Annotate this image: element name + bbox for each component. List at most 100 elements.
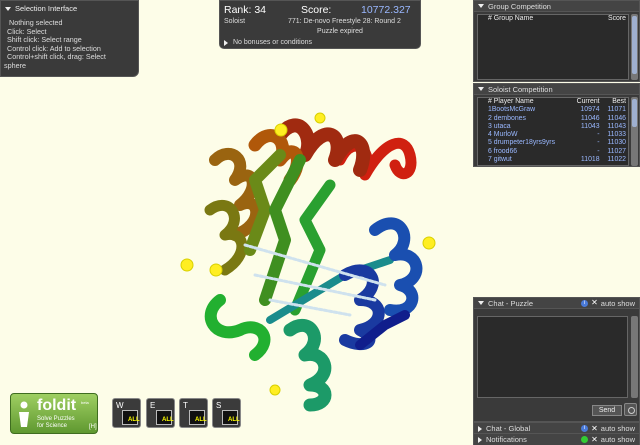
shake-all-button[interactable]: E ALL [146, 398, 175, 428]
close-icon[interactable]: ✕ [591, 424, 598, 433]
logo-tagline-line: Solve Puzzles [37, 416, 75, 422]
player-best: 11033 [607, 131, 626, 139]
logo-tagline-line: for Science [37, 422, 68, 429]
tool-hotkey-letter: T [183, 401, 188, 410]
soloist-scrollbar[interactable] [631, 97, 638, 166]
selection-interface-header[interactable]: Selection Interface [1, 1, 138, 16]
exposed-hydrophobic-marker[interactable] [314, 112, 326, 124]
foldit-logo[interactable]: foldit beta Solve Puzzles for Science [H… [10, 393, 98, 434]
player-best: 11027 [607, 147, 626, 155]
logo-tagline: Solve Puzzles for Science [37, 416, 75, 429]
notifications-header[interactable]: Notifications ✕ auto show [474, 434, 639, 445]
soloist-competition-panel: Soloist Competition # Player Name Curren… [473, 83, 640, 167]
selection-instructions: Nothing selected Click: Select Shift cli… [1, 16, 138, 71]
column-header-group-name[interactable]: # Group Name [478, 15, 586, 23]
score-value: 10772.327 [361, 4, 411, 16]
expand-triangle-icon[interactable] [478, 436, 482, 443]
rank-label: Rank: 34 [224, 4, 267, 16]
collapse-triangle-icon[interactable] [478, 87, 484, 91]
info-icon[interactable]: i [581, 299, 589, 307]
soloist-scrollbar-thumb[interactable] [632, 99, 637, 127]
collapse-triangle-icon[interactable] [478, 301, 484, 305]
table-row[interactable]: 1BootsMcGraw 10974 11071 [478, 106, 628, 114]
clock-icon[interactable] [624, 403, 637, 416]
table-row[interactable]: 5 drumpeter18yrs9yrs - 11030 [478, 139, 628, 147]
tool-hotkey-letter: S [216, 401, 222, 410]
close-icon[interactable]: ✕ [591, 299, 598, 307]
player-current: 11018 [580, 156, 600, 164]
instruction-line: sphere [4, 60, 26, 70]
score-panel: Rank: 34 Score: 10772.327 Soloist 771: D… [219, 0, 421, 49]
group-scrollbar[interactable] [631, 14, 638, 80]
chat-puzzle-title: Chat - Puzzle [488, 298, 534, 308]
player-current: 11046 [580, 114, 600, 122]
player-current: - [597, 131, 600, 139]
tool-hotkey-letter: E [150, 401, 156, 410]
tweak-all-button[interactable]: T ALL [179, 398, 208, 428]
notifications-panel: Notifications ✕ auto show [473, 433, 640, 445]
table-row[interactable]: 4 MurloW - 11033 [478, 131, 628, 139]
send-button[interactable]: Send [592, 405, 622, 416]
player-best: 11043 [607, 122, 626, 130]
soloist-competition-title: Soloist Competition [488, 84, 553, 94]
chat-scrollbar[interactable] [631, 316, 638, 398]
sidechain-all-button[interactable]: S ALL [212, 398, 241, 428]
protein-helix-olive[interactable] [204, 199, 248, 276]
logo-beta-tag: beta [81, 400, 89, 405]
player-name: 1BootsMcGraw [488, 106, 536, 114]
table-row[interactable]: 2 dembones 11046 11046 [478, 115, 628, 123]
chat-message-area[interactable] [477, 316, 628, 398]
exposed-hydrophobic-marker[interactable] [269, 384, 281, 396]
auto-show-label[interactable]: auto show [601, 424, 635, 433]
logo-badge: [H] [89, 424, 97, 430]
score-label: Score: [301, 4, 332, 16]
selection-interface-panel: Selection Interface Nothing selected Cli… [0, 0, 139, 77]
exposed-hydrophobic-marker[interactable] [180, 258, 194, 272]
column-header-best[interactable]: Best [602, 98, 628, 106]
soloist-competition-header[interactable]: Soloist Competition [474, 84, 639, 95]
exposed-hydrophobic-marker[interactable] [274, 123, 288, 137]
puzzle-name: 771: De-novo Freestyle 28: Round 2 [288, 18, 401, 25]
tool-all-label: ALL [162, 417, 174, 423]
group-competition-title: Group Competition [488, 1, 551, 11]
group-scrollbar-thumb[interactable] [632, 16, 637, 74]
tool-hotkey-letter: W [116, 401, 124, 410]
puzzle-status: Puzzle expired [317, 28, 363, 35]
player-name: 2 dembones [488, 114, 526, 122]
collapse-triangle-icon[interactable] [5, 6, 11, 11]
exposed-hydrophobic-marker[interactable] [422, 236, 436, 250]
tool-all-label: ALL [228, 417, 240, 423]
protein-3d-view[interactable] [160, 100, 460, 420]
protein-helix-teal[interactable] [283, 318, 332, 412]
expand-triangle-icon[interactable] [478, 425, 482, 432]
table-row[interactable]: 6 frood66 - 11027 [478, 148, 628, 156]
auto-show-label[interactable]: auto show [601, 435, 635, 444]
column-header-current[interactable]: Current [570, 98, 601, 106]
exposed-hydrophobic-marker[interactable] [209, 263, 223, 277]
logo-wordmark: foldit [37, 397, 77, 414]
bonuses-label: No bonuses or conditions [233, 39, 312, 46]
notifications-title: Notifications [486, 435, 527, 444]
auto-show-label[interactable]: auto show [601, 299, 635, 308]
info-icon[interactable]: i [581, 425, 589, 432]
close-icon[interactable]: ✕ [591, 435, 598, 444]
expand-triangle-icon[interactable] [224, 39, 228, 46]
table-row[interactable]: 7 gitwut 11018 11022 [478, 156, 628, 164]
wiggle-all-button[interactable]: W ALL [112, 398, 141, 428]
column-header-score[interactable]: Score [586, 15, 628, 23]
tool-all-label: ALL [195, 417, 207, 423]
group-competition-header[interactable]: Group Competition [474, 1, 639, 12]
player-current: - [597, 139, 600, 147]
chat-puzzle-header[interactable]: Chat - Puzzle i ✕ auto show [474, 298, 639, 309]
bonuses-toggle[interactable]: No bonuses or conditions [224, 39, 416, 46]
mode-label: Soloist [224, 18, 246, 25]
selection-interface-title: Selection Interface [15, 4, 78, 13]
status-indicator-icon [581, 436, 589, 443]
column-header-player-name[interactable]: # Player Name [478, 98, 570, 106]
protein-loop-green[interactable] [204, 294, 271, 361]
collapse-triangle-icon[interactable] [478, 4, 484, 8]
group-list: # Group Name Score [477, 14, 629, 80]
table-row[interactable]: 3 utaca 11043 11043 [478, 123, 628, 131]
chat-global-title: Chat - Global [486, 424, 531, 433]
tool-all-label: ALL [128, 417, 140, 423]
